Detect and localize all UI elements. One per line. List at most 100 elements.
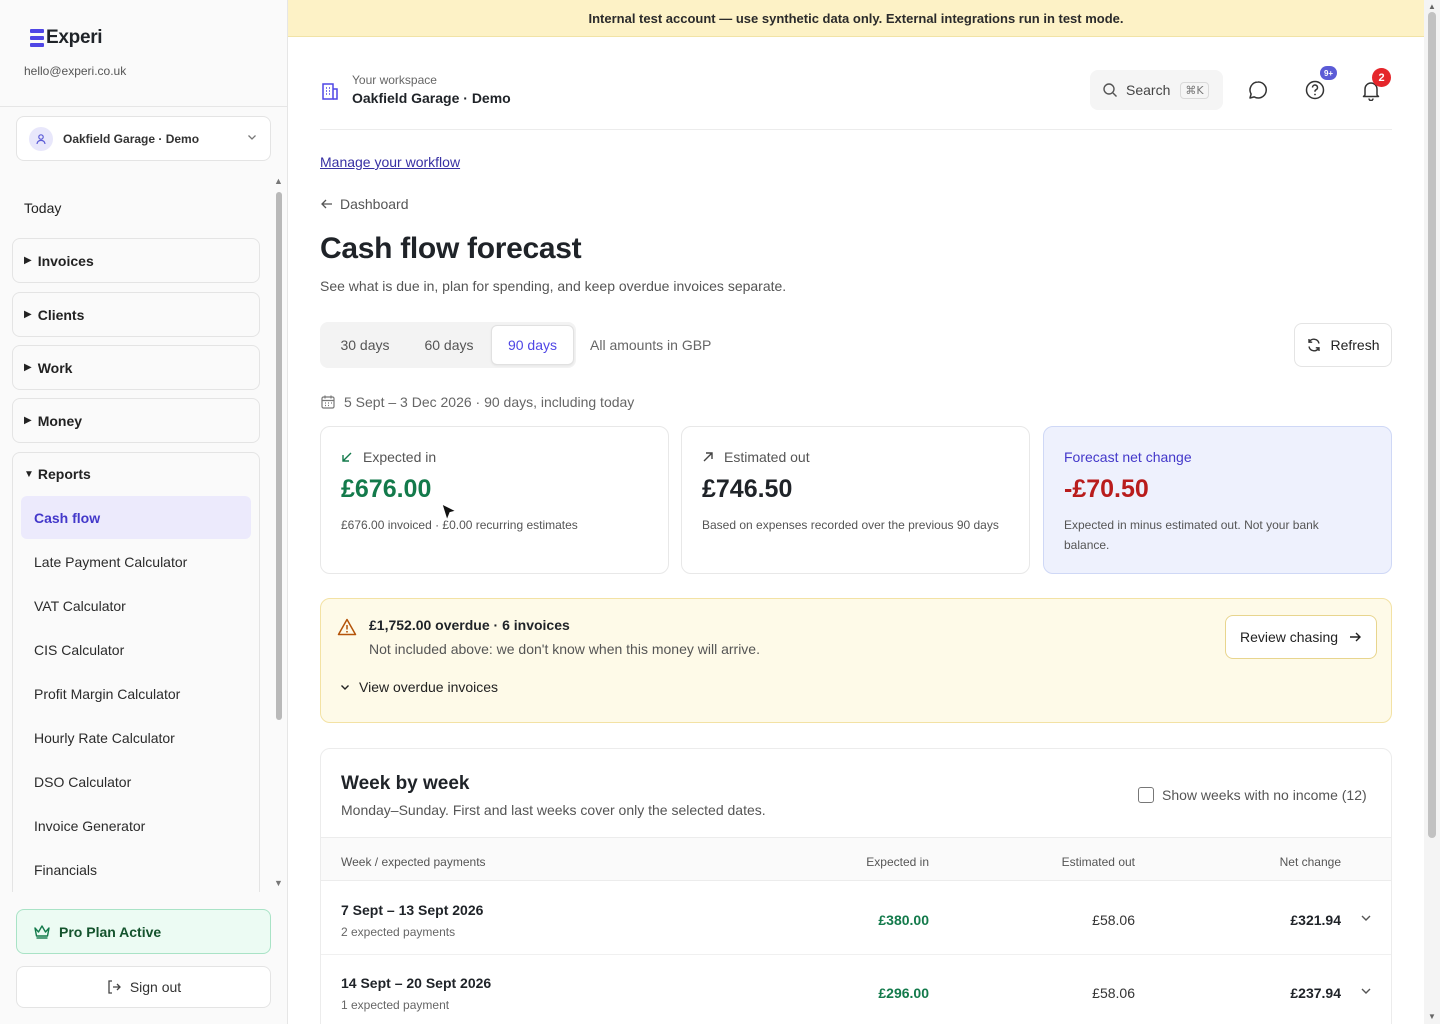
sidebar-group-label: Invoices [37,252,94,269]
calendar-icon [321,395,335,409]
week-by-week-panel: Week by week Monday–Sunday. First and la… [320,748,1392,1024]
expand-row-chevron-icon[interactable] [1359,984,1373,1003]
tab-90-days[interactable]: 90 days [491,325,574,365]
sidebar-scrollbar[interactable]: ▲ ▼ [274,176,284,890]
back-to-dashboard-link[interactable]: Dashboard [320,196,409,212]
table-row[interactable]: 7 Sept – 13 Sept 2026 2 expected payment… [321,883,1391,955]
review-chasing-button[interactable]: Review chasing [1225,615,1377,659]
expected-payments-count: 2 expected payments [341,925,456,939]
top-header: Your workspace Oakfield Garage · Demo Se… [320,60,1392,130]
workspace-label: Your workspace [352,73,437,87]
messages-button[interactable] [1246,78,1270,102]
sign-out-button[interactable]: Sign out [16,966,271,1008]
sign-out-label: Sign out [129,979,182,995]
main-scrollbar[interactable]: ▲ ▼ [1424,0,1440,1024]
week-by-week-title: Week by week [341,773,470,794]
sidebar-item-vat-calculator[interactable]: VAT Calculator [21,584,251,627]
sidebar-item-dso-calculator[interactable]: DSO Calculator [21,760,251,803]
help-button[interactable]: 9+ [1303,66,1337,102]
table-row[interactable]: 14 Sept – 20 Sept 2026 1 expected paymen… [321,956,1391,1024]
refresh-button[interactable]: Refresh [1294,323,1392,367]
search-icon [1103,83,1117,97]
tab-60-days[interactable]: 60 days [409,325,489,365]
card-label-text: Estimated out [724,449,810,465]
search-button[interactable]: Search ⌘K [1090,70,1223,110]
sidebar-item-invoice-generator[interactable]: Invoice Generator [21,804,251,847]
tab-30-days[interactable]: 30 days [326,325,404,365]
week-by-week-subtitle: Monday–Sunday. First and last weeks cove… [341,802,766,818]
caret-right-icon: ▶ [24,309,32,320]
arrow-down-left-icon [342,452,352,462]
scroll-up-icon[interactable]: ▲ [274,176,283,186]
row-estimated-out: £58.06 [1092,912,1135,928]
main-scrollbar-thumb[interactable] [1428,12,1436,838]
sidebar-group-label: Work [37,359,73,376]
overdue-title: £1,752.00 overdue · 6 invoices [369,617,570,633]
show-empty-weeks-toggle[interactable]: Show weeks with no income (12) [1138,787,1367,803]
sidebar-item-hourly-rate-calculator[interactable]: Hourly Rate Calculator [21,716,251,759]
workspace-name: Oakfield Garage · Demo [352,90,511,106]
sidebar-nav: Today ▶ Invoices ▶ Clients ▶ Work ▶ Money ▼ R… [0,180,272,892]
building-icon [320,81,340,106]
sidebar-group-work[interactable]: ▶ Work [12,345,260,390]
sidebar-item-late-payment-calculator[interactable]: Late Payment Calculator [21,540,251,583]
week-range: 14 Sept – 20 Sept 2026 [341,975,492,991]
overdue-alert: £1,752.00 overdue · 6 invoices Not inclu… [320,598,1392,723]
estimated-out-label: Estimated out [702,449,810,465]
range-tabs: 30 days 60 days 90 days [320,322,576,368]
brand-name: Experi [46,27,103,48]
notification-badge: 2 [1372,68,1391,87]
scroll-up-icon[interactable]: ▲ [1428,2,1436,11]
refresh-icon [1308,338,1321,352]
back-link-label: Dashboard [340,196,409,212]
manage-workflow-link[interactable]: Manage your workflow [320,154,460,170]
currency-note: All amounts in GBP [590,337,712,353]
workspace-switcher[interactable]: Oakfield Garage · Demo [16,116,271,161]
sidebar-group-money[interactable]: ▶ Money [12,398,260,443]
date-range: 5 Sept – 3 Dec 2026 · 90 days, including… [320,394,634,410]
pro-plan-label: Pro Plan Active [59,923,162,940]
row-expected-in: £296.00 [878,985,929,1001]
view-overdue-invoices-toggle[interactable]: View overdue invoices [339,679,498,695]
scroll-down-icon[interactable]: ▼ [1428,1012,1436,1021]
caret-down-icon: ▼ [24,468,34,480]
overdue-subtitle: Not included above: we don't know when t… [369,641,760,657]
refresh-label: Refresh [1330,337,1380,353]
column-header-expected-in: Expected in [866,855,929,869]
help-icon [1305,80,1325,100]
sidebar-group-label: Clients [37,306,85,323]
account-email: hello@experi.co.uk [24,64,127,78]
mouse-cursor-icon [441,503,459,528]
week-range: 7 Sept – 13 Sept 2026 [341,902,484,918]
scroll-down-icon[interactable]: ▼ [274,878,283,888]
date-range-label: 5 Sept – 3 Dec 2026 · 90 days, including… [344,394,635,410]
column-header-week: Week / expected payments [341,855,486,869]
show-empty-weeks-checkbox[interactable] [1138,787,1154,803]
search-shortcut: ⌘K [1180,81,1209,99]
estimated-out-note: Based on expenses recorded over the prev… [702,518,999,532]
sign-out-icon [108,980,121,994]
notifications-button[interactable]: 2 [1359,68,1391,102]
sidebar-item-today[interactable]: Today [24,200,61,216]
row-estimated-out: £58.06 [1092,985,1135,1001]
page-title: Cash flow forecast [320,232,582,265]
expand-row-chevron-icon[interactable] [1359,911,1373,930]
sidebar-item-profit-margin-calculator[interactable]: Profit Margin Calculator [21,672,251,715]
sidebar-item-cash-flow[interactable]: Cash flow [21,496,251,539]
test-account-banner: Internal test account — use synthetic da… [288,0,1424,37]
caret-right-icon: ▶ [24,362,32,373]
sidebar-item-cis-calculator[interactable]: CIS Calculator [21,628,251,671]
sidebar-item-financials[interactable]: Financials [21,848,251,891]
row-net-change: £321.94 [1290,912,1341,928]
sidebar-group-invoices[interactable]: ▶ Invoices [12,238,260,283]
net-change-label: Forecast net change [1064,449,1192,465]
estimated-out-card: Estimated out £746.50 Based on expenses … [681,426,1030,574]
sidebar-group-clients[interactable]: ▶ Clients [12,292,260,337]
warning-icon [337,618,357,641]
net-change-note: Expected in minus estimated out. Not you… [1064,518,1319,552]
chevron-down-icon [246,131,258,146]
brand-logo[interactable]: Experi [30,27,103,49]
pro-plan-badge[interactable]: Pro Plan Active [16,909,271,954]
sidebar-group-reports-toggle[interactable]: ▼ Reports [24,466,91,482]
sidebar-scrollbar-thumb[interactable] [276,192,282,720]
